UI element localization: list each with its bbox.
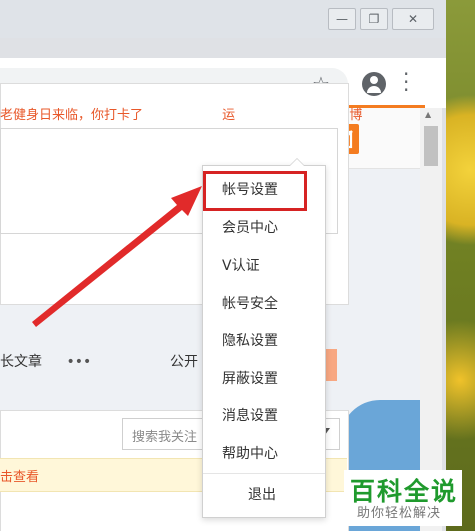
- annotation-arrow: [32, 186, 202, 327]
- watermark-subtitle: 助你轻松解决: [357, 506, 442, 521]
- arrow-shape: [32, 186, 202, 327]
